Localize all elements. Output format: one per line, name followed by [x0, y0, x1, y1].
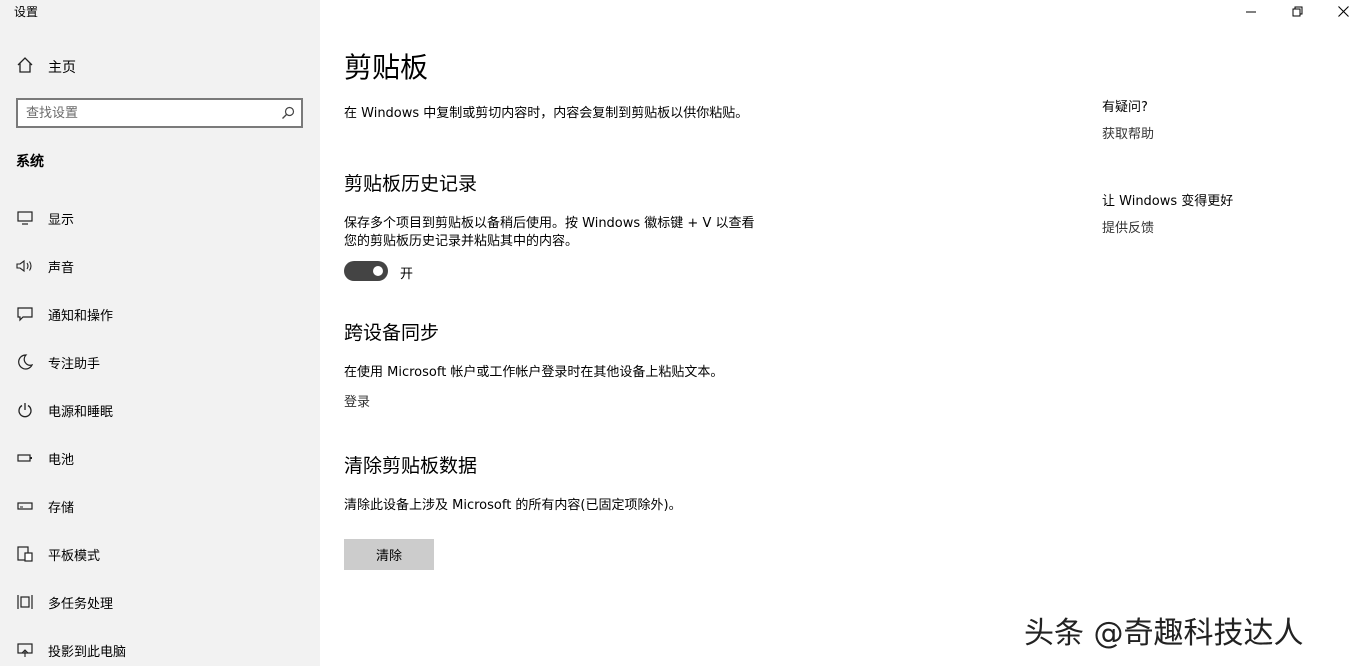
history-title: 剪贴板历史记录 [344, 173, 478, 195]
clipboard-intro: 在 Windows 中复制或剪切内容时，内容会复制到剪贴板以供你粘贴。 [344, 106, 749, 121]
clear-title: 清除剪贴板数据 [344, 455, 478, 477]
sidebar-item-label: 通知和操作 [48, 308, 114, 324]
sidebar-item-tablet-mode[interactable]: 平板模式 [16, 542, 306, 566]
sidebar: 设置 主页 系统 显示 声音 通知和操作 专注助手 [0, 0, 320, 666]
sidebar-item-label: 电池 [48, 452, 75, 468]
sidebar-item-notifications[interactable]: 通知和操作 [16, 302, 306, 326]
toggle-state-label: 开 [400, 267, 414, 282]
improve-title: 让 Windows 变得更好 [1102, 194, 1234, 209]
page-title: 剪贴板 [344, 51, 429, 84]
power-icon [16, 401, 34, 419]
toggle-knob [373, 266, 383, 276]
sidebar-item-power-sleep[interactable]: 电源和睡眠 [16, 398, 306, 422]
notification-icon [16, 305, 34, 323]
sidebar-item-projecting[interactable]: 投影到此电脑 [16, 638, 306, 662]
group-title-system: 系统 [16, 154, 44, 170]
home-icon [16, 56, 34, 78]
sign-in-link[interactable]: 登录 [344, 391, 370, 410]
question-title: 有疑问? [1102, 100, 1148, 115]
history-desc-line2: 您的剪贴板历史记录并粘贴其中的内容。 [344, 234, 579, 249]
close-button[interactable] [1320, 0, 1362, 22]
sidebar-item-focus-assist[interactable]: 专注助手 [16, 350, 306, 374]
clear-desc: 清除此设备上涉及 Microsoft 的所有内容(已固定项除外)。 [344, 498, 682, 513]
sidebar-item-label: 存储 [48, 500, 75, 516]
sidebar-item-sound[interactable]: 声音 [16, 254, 306, 278]
restore-icon [1292, 2, 1303, 21]
sidebar-item-multitasking[interactable]: 多任务处理 [16, 590, 306, 614]
minimize-button[interactable] [1228, 0, 1274, 22]
close-icon [1337, 2, 1349, 21]
moon-icon [16, 353, 34, 371]
search-input[interactable] [26, 103, 271, 123]
get-help-link[interactable]: 获取帮助 [1102, 123, 1154, 142]
speaker-icon [16, 257, 34, 275]
tablet-mode-icon [16, 545, 34, 563]
sidebar-item-storage[interactable]: 存储 [16, 494, 306, 518]
sync-title: 跨设备同步 [344, 322, 440, 344]
search-icon[interactable] [281, 105, 295, 124]
sync-desc: 在使用 Microsoft 帐户或工作帐户登录时在其他设备上粘贴文本。 [344, 365, 724, 380]
sidebar-item-label: 投影到此电脑 [48, 644, 127, 660]
home-label: 主页 [48, 60, 76, 76]
storage-icon [16, 497, 34, 515]
multitasking-icon [16, 593, 34, 611]
minimize-icon [1246, 2, 1256, 21]
sidebar-item-battery[interactable]: 电池 [16, 446, 306, 470]
main-content: 剪贴板 在 Windows 中复制或剪切内容时，内容会复制到剪贴板以供你粘贴。 … [344, 0, 1044, 666]
feedback-link[interactable]: 提供反馈 [1102, 217, 1154, 236]
display-icon [16, 209, 34, 227]
clear-button[interactable]: 清除 [344, 539, 434, 570]
history-desc-line1: 保存多个项目到剪贴板以备稍后使用。按 Windows 徽标键 + V 以查看 [344, 216, 755, 231]
sidebar-item-label: 声音 [48, 260, 75, 276]
history-toggle[interactable] [344, 261, 388, 281]
battery-icon [16, 449, 34, 467]
sidebar-item-display[interactable]: 显示 [16, 206, 306, 230]
sidebar-item-label: 平板模式 [48, 548, 101, 564]
sidebar-item-label: 显示 [48, 212, 75, 228]
restore-button[interactable] [1274, 0, 1320, 22]
watermark: 头条 @奇趣科技达人 [1024, 616, 1304, 651]
search-box[interactable] [16, 98, 303, 128]
app-title: 设置 [14, 5, 39, 19]
sidebar-item-label: 专注助手 [48, 356, 101, 372]
sidebar-item-label: 多任务处理 [48, 596, 114, 612]
projecting-icon [16, 641, 34, 659]
sidebar-item-label: 电源和睡眠 [48, 404, 114, 420]
home-link[interactable]: 主页 [16, 57, 76, 77]
